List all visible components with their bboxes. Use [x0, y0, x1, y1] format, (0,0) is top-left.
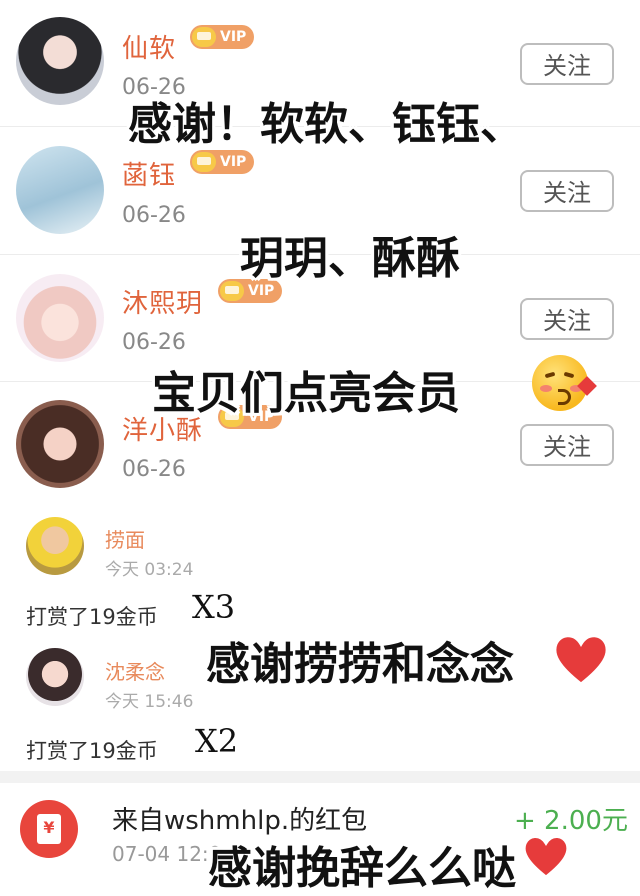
red-packet-time: 07-04 12:0: [112, 842, 222, 866]
red-packet-amount: + 2.00元: [514, 806, 628, 836]
follow-button[interactable]: 关注: [520, 43, 614, 85]
post-date: 06-26: [122, 203, 186, 228]
post-date: 06-26: [122, 330, 186, 355]
follow-button[interactable]: 关注: [520, 424, 614, 466]
vip-badge: VIP: [190, 150, 255, 174]
tip-action: 打赏了19金币: [26, 739, 158, 763]
kiss-emoji-icon: [532, 355, 597, 411]
heart-icon: [523, 835, 569, 879]
crown-icon: [192, 152, 216, 172]
follow-button[interactable]: 关注: [520, 170, 614, 212]
avatar[interactable]: [16, 274, 104, 362]
avatar[interactable]: [16, 400, 104, 488]
section-divider: [0, 771, 640, 783]
avatar[interactable]: [16, 146, 104, 234]
red-envelope-icon: ¥: [20, 800, 78, 858]
tip-multiplier: X3: [192, 588, 236, 626]
overlay-caption: 感谢！软软、钰钰、: [128, 99, 524, 150]
avatar[interactable]: [26, 517, 84, 575]
tip-multiplier: X2: [195, 722, 239, 760]
username[interactable]: 沐熙玥: [122, 283, 203, 320]
tipper-name[interactable]: 捞面: [105, 524, 145, 553]
tip-time: 今天 03:24: [105, 560, 194, 580]
avatar[interactable]: [26, 648, 84, 706]
username[interactable]: 菡钰: [122, 155, 176, 192]
follow-button[interactable]: 关注: [520, 298, 614, 340]
tipper-name[interactable]: 沈柔念: [105, 656, 165, 685]
tip-action: 打赏了19金币: [26, 605, 158, 629]
overlay-caption: 感谢挽辞么么哒: [208, 843, 516, 894]
crown-icon: [192, 27, 216, 47]
overlay-caption: 感谢捞捞和念念: [206, 639, 514, 690]
post-date: 06-26: [122, 457, 186, 482]
vip-badge: VIP: [190, 25, 255, 49]
overlay-caption: 玥玥、酥酥: [240, 233, 460, 284]
avatar[interactable]: [16, 17, 104, 105]
overlay-caption: 宝贝们点亮会员: [152, 368, 460, 419]
username[interactable]: 仙软: [122, 28, 176, 65]
tip-time: 今天 15:46: [105, 692, 194, 712]
heart-icon: [553, 634, 609, 686]
